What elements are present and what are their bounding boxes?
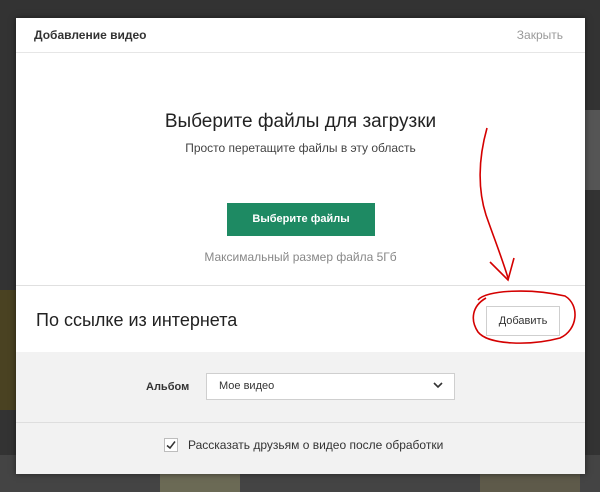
choose-files-button[interactable]: Выберите файлы (227, 203, 375, 236)
upload-title: Выберите файлы для загрузки (164, 111, 437, 132)
link-section-title: По ссылке из интернета (36, 310, 238, 330)
upload-subtitle: Просто перетащите файлы в эту область (185, 141, 416, 155)
settings-section: Альбом Мое видео Рассказать друзьям о ви… (16, 352, 585, 474)
add-video-modal: Добавление видео Закрыть Выберите файлы … (16, 18, 585, 474)
modal-title: Добавление видео (34, 28, 147, 42)
share-checkbox[interactable] (164, 438, 178, 452)
chevron-down-icon (433, 382, 443, 389)
background-thumbnail (585, 110, 600, 190)
modal-header: Добавление видео Закрыть (16, 18, 585, 53)
close-link[interactable]: Закрыть (517, 28, 563, 42)
link-upload-section: По ссылке из интернета Добавить (16, 285, 585, 353)
album-label: Альбом (146, 381, 190, 393)
album-select-value: Мое видео (219, 380, 275, 392)
share-checkbox-label: Рассказать друзьям о видео после обработ… (188, 438, 444, 452)
add-button[interactable]: Добавить (486, 306, 560, 336)
checkmark-icon (166, 441, 176, 450)
max-file-size-text: Максимальный размер файла 5Гб (204, 250, 397, 264)
upload-drop-area[interactable]: Выберите файлы для загрузки Просто перет… (16, 53, 585, 285)
divider (16, 422, 585, 423)
album-select[interactable]: Мое видео (206, 373, 455, 400)
